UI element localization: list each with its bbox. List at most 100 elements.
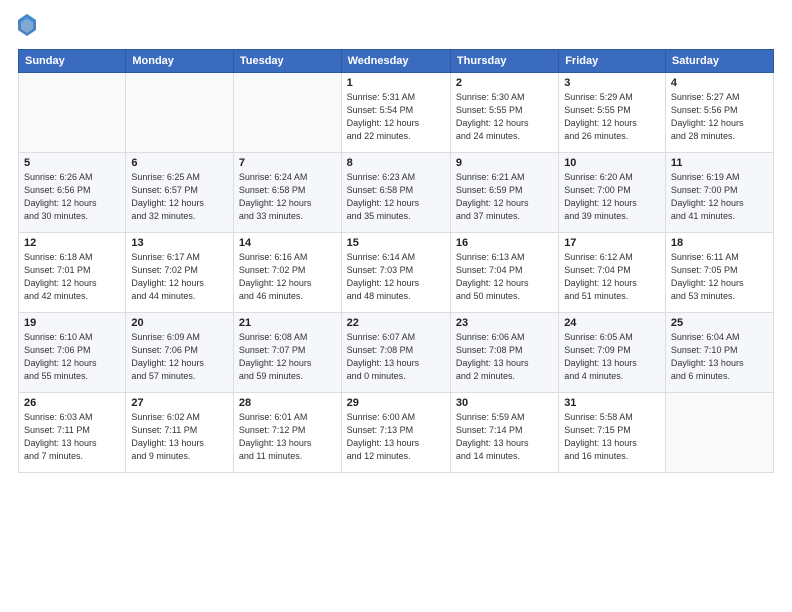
day-info: Sunrise: 5:58 AM Sunset: 7:15 PM Dayligh… xyxy=(564,411,660,463)
calendar-cell: 26Sunrise: 6:03 AM Sunset: 7:11 PM Dayli… xyxy=(19,393,126,473)
day-info: Sunrise: 6:10 AM Sunset: 7:06 PM Dayligh… xyxy=(24,331,120,383)
day-number: 10 xyxy=(564,157,660,169)
calendar-cell: 7Sunrise: 6:24 AM Sunset: 6:58 PM Daylig… xyxy=(233,153,341,233)
calendar-cell: 27 Sunrise: 6:02 AM Sunset: 7:11 PM Dayli… xyxy=(126,393,234,473)
calendar-cell: 11 Sunrise: 6:19 AM Sunset: 7:00 PM Dayli… xyxy=(665,153,773,233)
page: SundayMondayTuesdayWednesdayThursdayFrid… xyxy=(0,0,792,612)
day-number: 3 xyxy=(564,77,660,89)
calendar-cell: 22 Sunrise: 6:07 AM Sunset: 7:08 PM Dayli… xyxy=(341,313,450,393)
calendar-cell: 30 Sunrise: 5:59 AM Sunset: 7:14 PM Dayli… xyxy=(450,393,558,473)
day-number: 8 xyxy=(347,157,445,169)
day-info: Sunrise: 6:26 AM Sunset: 6:56 PM Dayligh… xyxy=(24,171,120,223)
calendar-cell: 9 Sunrise: 6:21 AM Sunset: 6:59 PM Daylig… xyxy=(450,153,558,233)
day-number: 13 xyxy=(131,237,228,249)
day-info: Sunrise: 6:23 AM Sunset: 6:58 PM Dayligh… xyxy=(347,171,445,223)
calendar-cell: 3 Sunrise: 5:29 AM Sunset: 5:55 PM Daylig… xyxy=(559,73,666,153)
day-info: Sunrise: 5:59 AM Sunset: 7:14 PM Dayligh… xyxy=(456,411,553,463)
calendar-cell: 16 Sunrise: 6:13 AM Sunset: 7:04 PM Dayli… xyxy=(450,233,558,313)
day-number: 30 xyxy=(456,397,553,409)
weekday-header-tuesday: Tuesday xyxy=(233,50,341,73)
weekday-header-wednesday: Wednesday xyxy=(341,50,450,73)
calendar-cell xyxy=(233,73,341,153)
day-info: Sunrise: 6:13 AM Sunset: 7:04 PM Dayligh… xyxy=(456,251,553,303)
calendar-cell: 17 Sunrise: 6:12 AM Sunset: 7:04 PM Dayli… xyxy=(559,233,666,313)
calendar-cell: 13 Sunrise: 6:17 AM Sunset: 7:02 PM Dayli… xyxy=(126,233,234,313)
calendar-cell: 31 Sunrise: 5:58 AM Sunset: 7:15 PM Dayli… xyxy=(559,393,666,473)
day-number: 18 xyxy=(671,237,768,249)
calendar-cell: 10 Sunrise: 6:20 AM Sunset: 7:00 PM Dayli… xyxy=(559,153,666,233)
day-info: Sunrise: 6:12 AM Sunset: 7:04 PM Dayligh… xyxy=(564,251,660,303)
calendar-cell: 14 Sunrise: 6:16 AM Sunset: 7:02 PM Dayli… xyxy=(233,233,341,313)
day-number: 28 xyxy=(239,397,336,409)
day-number: 7 xyxy=(239,157,336,169)
day-info: Sunrise: 6:03 AM Sunset: 7:11 PM Dayligh… xyxy=(24,411,120,463)
day-number: 9 xyxy=(456,157,553,169)
day-number: 14 xyxy=(239,237,336,249)
day-number: 22 xyxy=(347,317,445,329)
day-number: 15 xyxy=(347,237,445,249)
calendar-week-row: 5 Sunrise: 6:26 AM Sunset: 6:56 PM Daylig… xyxy=(19,153,774,233)
header-area xyxy=(18,16,774,41)
calendar-cell: 4 Sunrise: 5:27 AM Sunset: 5:56 PM Daylig… xyxy=(665,73,773,153)
calendar-cell: 21 Sunrise: 6:08 AM Sunset: 7:07 PM Dayli… xyxy=(233,313,341,393)
calendar-cell: 15 Sunrise: 6:14 AM Sunset: 7:03 PM Dayli… xyxy=(341,233,450,313)
day-number: 11 xyxy=(671,157,768,169)
day-number: 23 xyxy=(456,317,553,329)
day-info: Sunrise: 6:20 AM Sunset: 7:00 PM Dayligh… xyxy=(564,171,660,223)
day-info: Sunrise: 5:29 AM Sunset: 5:55 PM Dayligh… xyxy=(564,91,660,143)
day-info: Sunrise: 6:00 AM Sunset: 7:13 PM Dayligh… xyxy=(347,411,445,463)
weekday-header-monday: Monday xyxy=(126,50,234,73)
calendar-cell: 8 Sunrise: 6:23 AM Sunset: 6:58 PM Daylig… xyxy=(341,153,450,233)
weekday-header-row: SundayMondayTuesdayWednesdayThursdayFrid… xyxy=(19,50,774,73)
day-number: 21 xyxy=(239,317,336,329)
day-info: Sunrise: 6:17 AM Sunset: 7:02 PM Dayligh… xyxy=(131,251,228,303)
calendar-cell xyxy=(19,73,126,153)
day-number: 20 xyxy=(131,317,228,329)
day-number: 12 xyxy=(24,237,120,249)
day-number: 24 xyxy=(564,317,660,329)
weekday-header-friday: Friday xyxy=(559,50,666,73)
calendar-cell: 20 Sunrise: 6:09 AM Sunset: 7:06 PM Dayli… xyxy=(126,313,234,393)
calendar-cell: 25Sunrise: 6:04 AM Sunset: 7:10 PM Dayli… xyxy=(665,313,773,393)
day-info: Sunrise: 6:19 AM Sunset: 7:00 PM Dayligh… xyxy=(671,171,768,223)
day-info: Sunrise: 6:09 AM Sunset: 7:06 PM Dayligh… xyxy=(131,331,228,383)
day-number: 2 xyxy=(456,77,553,89)
calendar-cell xyxy=(665,393,773,473)
calendar-cell: 2Sunrise: 5:30 AM Sunset: 5:55 PM Daylig… xyxy=(450,73,558,153)
day-number: 27 xyxy=(131,397,228,409)
calendar-cell: 19Sunrise: 6:10 AM Sunset: 7:06 PM Dayli… xyxy=(19,313,126,393)
calendar-week-row: 26Sunrise: 6:03 AM Sunset: 7:11 PM Dayli… xyxy=(19,393,774,473)
calendar-week-row: 1Sunrise: 5:31 AM Sunset: 5:54 PM Daylig… xyxy=(19,73,774,153)
weekday-header-saturday: Saturday xyxy=(665,50,773,73)
day-number: 29 xyxy=(347,397,445,409)
day-info: Sunrise: 6:21 AM Sunset: 6:59 PM Dayligh… xyxy=(456,171,553,223)
day-info: Sunrise: 6:07 AM Sunset: 7:08 PM Dayligh… xyxy=(347,331,445,383)
day-info: Sunrise: 6:02 AM Sunset: 7:11 PM Dayligh… xyxy=(131,411,228,463)
day-number: 5 xyxy=(24,157,120,169)
calendar-cell: 5 Sunrise: 6:26 AM Sunset: 6:56 PM Daylig… xyxy=(19,153,126,233)
day-info: Sunrise: 6:08 AM Sunset: 7:07 PM Dayligh… xyxy=(239,331,336,383)
calendar-cell: 24Sunrise: 6:05 AM Sunset: 7:09 PM Dayli… xyxy=(559,313,666,393)
calendar-cell: 6 Sunrise: 6:25 AM Sunset: 6:57 PM Daylig… xyxy=(126,153,234,233)
day-number: 4 xyxy=(671,77,768,89)
calendar-cell: 1Sunrise: 5:31 AM Sunset: 5:54 PM Daylig… xyxy=(341,73,450,153)
weekday-header-thursday: Thursday xyxy=(450,50,558,73)
calendar-table: SundayMondayTuesdayWednesdayThursdayFrid… xyxy=(18,49,774,473)
calendar-cell: 12Sunrise: 6:18 AM Sunset: 7:01 PM Dayli… xyxy=(19,233,126,313)
day-info: Sunrise: 6:16 AM Sunset: 7:02 PM Dayligh… xyxy=(239,251,336,303)
day-info: Sunrise: 6:25 AM Sunset: 6:57 PM Dayligh… xyxy=(131,171,228,223)
calendar-cell: 23 Sunrise: 6:06 AM Sunset: 7:08 PM Dayli… xyxy=(450,313,558,393)
logo-icon xyxy=(18,14,36,36)
day-number: 16 xyxy=(456,237,553,249)
day-number: 6 xyxy=(131,157,228,169)
day-info: Sunrise: 5:27 AM Sunset: 5:56 PM Dayligh… xyxy=(671,91,768,143)
day-number: 31 xyxy=(564,397,660,409)
day-info: Sunrise: 6:14 AM Sunset: 7:03 PM Dayligh… xyxy=(347,251,445,303)
day-info: Sunrise: 6:06 AM Sunset: 7:08 PM Dayligh… xyxy=(456,331,553,383)
calendar-cell: 29 Sunrise: 6:00 AM Sunset: 7:13 PM Dayli… xyxy=(341,393,450,473)
day-number: 17 xyxy=(564,237,660,249)
day-info: Sunrise: 5:31 AM Sunset: 5:54 PM Dayligh… xyxy=(347,91,445,143)
calendar-cell: 28Sunrise: 6:01 AM Sunset: 7:12 PM Dayli… xyxy=(233,393,341,473)
day-number: 25 xyxy=(671,317,768,329)
calendar-cell: 18Sunrise: 6:11 AM Sunset: 7:05 PM Dayli… xyxy=(665,233,773,313)
